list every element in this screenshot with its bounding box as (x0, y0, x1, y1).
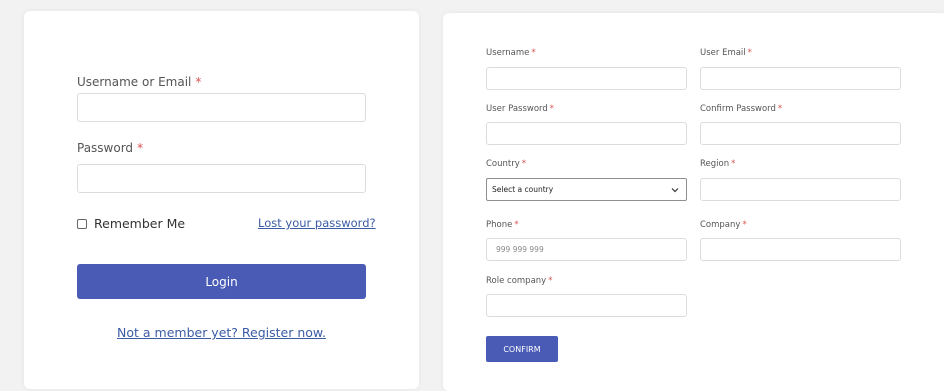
confirm-button[interactable]: CONFIRM (486, 336, 558, 362)
reg-region-input[interactable] (700, 178, 901, 201)
username-label: Username or Email * (77, 75, 202, 89)
register-link[interactable]: Not a member yet? Register now. (24, 325, 419, 340)
chevron-down-icon (671, 188, 679, 193)
reg-role-company-input[interactable] (486, 294, 687, 317)
reg-confirm-password-input[interactable] (700, 122, 901, 145)
lost-password-link[interactable]: Lost your password? (258, 216, 376, 230)
reg-password-input[interactable] (486, 122, 687, 145)
remember-me-checkbox[interactable] (77, 218, 87, 229)
region-label: Region * (700, 159, 736, 169)
phone-placeholder: 999 999 999 (496, 245, 544, 254)
reg-phone-input[interactable]: 999 999 999 (486, 238, 687, 261)
login-card: Username or Email * Password * Remember Me… (24, 11, 419, 389)
phone-label: Phone * (486, 220, 519, 230)
registration-card: Username * User Email * User Password * Con… (443, 13, 944, 391)
remember-me-label: Remember Me (94, 216, 186, 231)
country-select-value: Select a country (492, 185, 554, 194)
company-label: Company * (700, 220, 747, 230)
reg-company-input[interactable] (700, 238, 901, 261)
remember-me[interactable]: Remember Me (77, 216, 185, 231)
password-label: Password * (77, 141, 144, 155)
confirm-password-label: Confirm Password * (700, 104, 783, 114)
username-label: Username * (486, 48, 536, 58)
role-company-label: Role company * (486, 276, 553, 286)
password-input[interactable] (77, 164, 366, 193)
email-label: User Email * (700, 48, 752, 58)
login-button[interactable]: Login (77, 264, 366, 299)
country-select[interactable]: Select a country (486, 178, 687, 201)
username-input[interactable] (77, 93, 366, 122)
reg-username-input[interactable] (486, 67, 687, 90)
country-label: Country * (486, 159, 527, 169)
reg-email-input[interactable] (700, 67, 901, 90)
user-password-label: User Password * (486, 104, 555, 114)
